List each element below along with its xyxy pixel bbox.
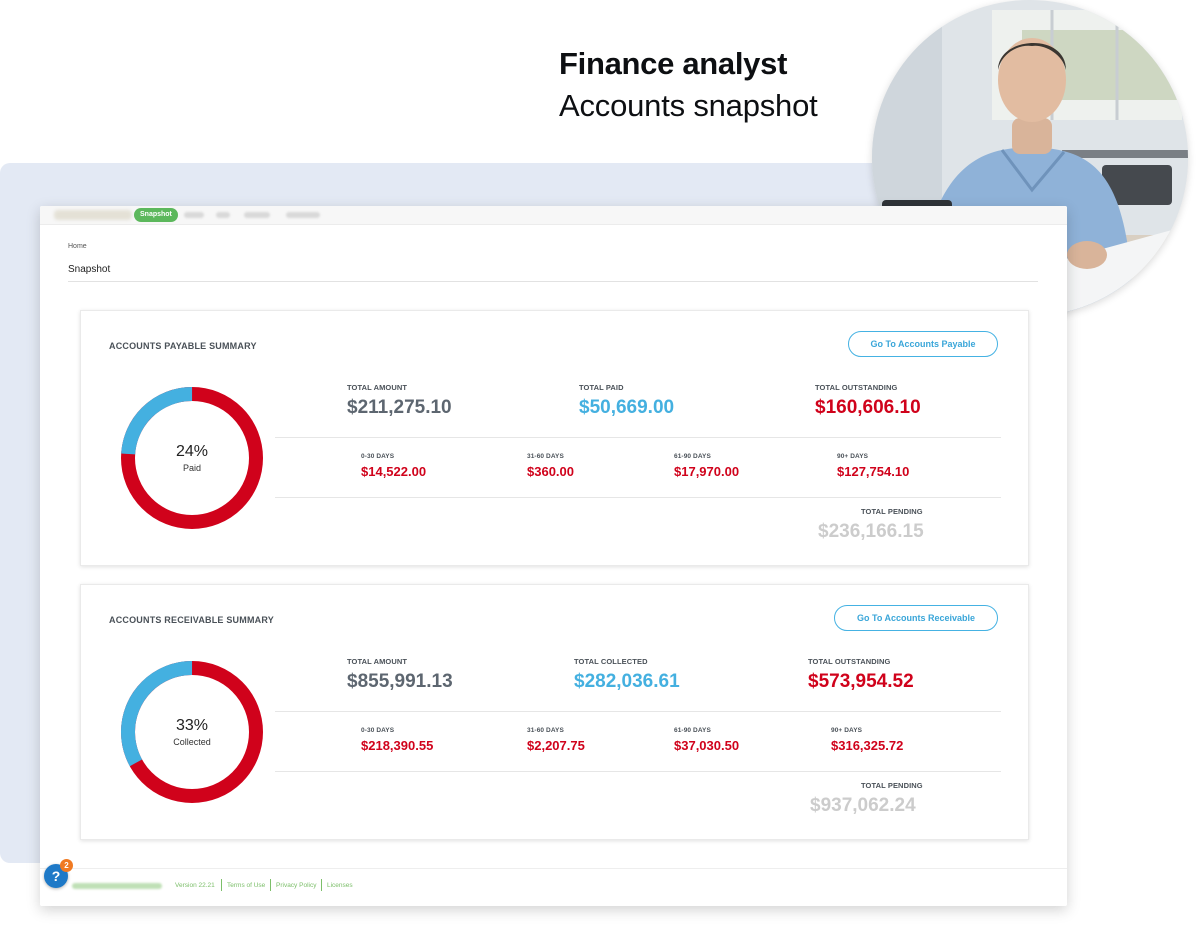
total-amount-label: TOTAL AMOUNT xyxy=(347,657,408,666)
aging-31-60-label: 31-60 DAYS xyxy=(527,453,564,460)
nav-item-blurred-2[interactable] xyxy=(216,212,230,218)
total-outstanding-label: TOTAL OUTSTANDING xyxy=(815,383,898,392)
hero-subtitle: Accounts snapshot xyxy=(559,88,818,123)
receivable-summary-title: ACCOUNTS RECEIVABLE SUMMARY xyxy=(109,615,274,625)
aging-61-90-value: $37,030.50 xyxy=(674,738,740,753)
payable-summary-card: ACCOUNTS PAYABLE SUMMARY Go To Accounts … xyxy=(80,310,1029,566)
footer: Version 22.21 Terms of Use Privacy Polic… xyxy=(40,868,1067,906)
footer-separator xyxy=(321,879,322,891)
breadcrumb[interactable]: Home xyxy=(68,243,87,250)
privacy-policy-link[interactable]: Privacy Policy xyxy=(276,882,316,889)
total-outstanding-value: $160,606.10 xyxy=(815,397,921,418)
aging-90-plus-value: $127,754.10 xyxy=(837,464,910,479)
total-collected-label: TOTAL COLLECTED xyxy=(574,657,648,666)
nav-item-blurred-4[interactable] xyxy=(286,212,320,218)
donut-percent: 24% xyxy=(175,443,209,460)
notification-badge: 2 xyxy=(60,859,73,872)
nav-item-blurred-3[interactable] xyxy=(244,212,270,218)
total-collected-value: $282,036.61 xyxy=(574,671,680,692)
total-pending-value: $236,166.15 xyxy=(818,521,924,542)
tab-snapshot[interactable]: Snapshot xyxy=(134,208,178,222)
footer-separator xyxy=(270,879,271,891)
total-pending-value: $937,062.24 xyxy=(810,795,916,816)
aging-31-60-label: 31-60 DAYS xyxy=(527,727,564,734)
aging-61-90-label: 61-90 DAYS xyxy=(674,453,711,460)
terms-of-use-link[interactable]: Terms of Use xyxy=(227,882,265,889)
payable-donut-chart: 24% Paid xyxy=(119,385,265,531)
aging-0-30-value: $14,522.00 xyxy=(361,464,427,479)
total-outstanding-label: TOTAL OUTSTANDING xyxy=(808,657,891,666)
total-paid-label: TOTAL PAID xyxy=(579,383,624,392)
aging-31-60-value: $2,207.75 xyxy=(527,738,585,753)
top-navigation: Snapshot xyxy=(40,206,1067,225)
total-pending-label: TOTAL PENDING xyxy=(861,781,923,790)
donut-label: Paid xyxy=(182,463,201,473)
aging-61-90-value: $17,970.00 xyxy=(674,464,740,479)
aging-90-plus-label: 90+ DAYS xyxy=(831,727,863,734)
go-to-accounts-receivable-button[interactable]: Go To Accounts Receivable xyxy=(834,605,998,631)
licenses-link[interactable]: Licenses xyxy=(327,882,353,889)
total-amount-value: $855,991.13 xyxy=(347,671,453,692)
total-amount-value: $211,275.10 xyxy=(347,397,452,418)
divider xyxy=(275,771,1001,772)
aging-61-90-label: 61-90 DAYS xyxy=(674,727,711,734)
aging-0-30-value: $218,390.55 xyxy=(361,738,434,753)
go-to-accounts-payable-button[interactable]: Go To Accounts Payable xyxy=(848,331,998,357)
aging-0-30-label: 0-30 DAYS xyxy=(361,453,395,460)
receivable-summary-card: ACCOUNTS RECEIVABLE SUMMARY Go To Accoun… xyxy=(80,584,1029,840)
total-paid-value: $50,669.00 xyxy=(579,397,675,418)
payable-summary-title: ACCOUNTS PAYABLE SUMMARY xyxy=(109,341,257,351)
divider xyxy=(275,711,1001,712)
nav-item-blurred-1[interactable] xyxy=(184,212,204,218)
hero-title: Finance analyst xyxy=(559,46,788,81)
app-window: Snapshot Home Snapshot ACCOUNTS PAYABLE … xyxy=(40,206,1067,906)
donut-label: Collected xyxy=(173,737,211,747)
divider xyxy=(275,497,1001,498)
version-text: Version 22.21 xyxy=(175,882,215,889)
aging-31-60-value: $360.00 xyxy=(527,464,574,479)
donut-percent: 33% xyxy=(175,717,209,734)
aging-90-plus-value: $316,325.72 xyxy=(831,738,904,753)
total-pending-label: TOTAL PENDING xyxy=(861,507,923,516)
receivable-donut-chart: 33% Collected xyxy=(119,659,265,805)
page-title: Snapshot xyxy=(68,264,111,275)
total-amount-label: TOTAL AMOUNT xyxy=(347,383,408,392)
total-outstanding-value: $573,954.52 xyxy=(808,671,914,692)
copyright-text xyxy=(72,883,162,889)
company-logo xyxy=(54,210,132,220)
divider xyxy=(275,437,1001,438)
title-divider xyxy=(68,281,1038,282)
footer-separator xyxy=(221,879,222,891)
aging-90-plus-label: 90+ DAYS xyxy=(837,453,869,460)
aging-0-30-label: 0-30 DAYS xyxy=(361,727,395,734)
